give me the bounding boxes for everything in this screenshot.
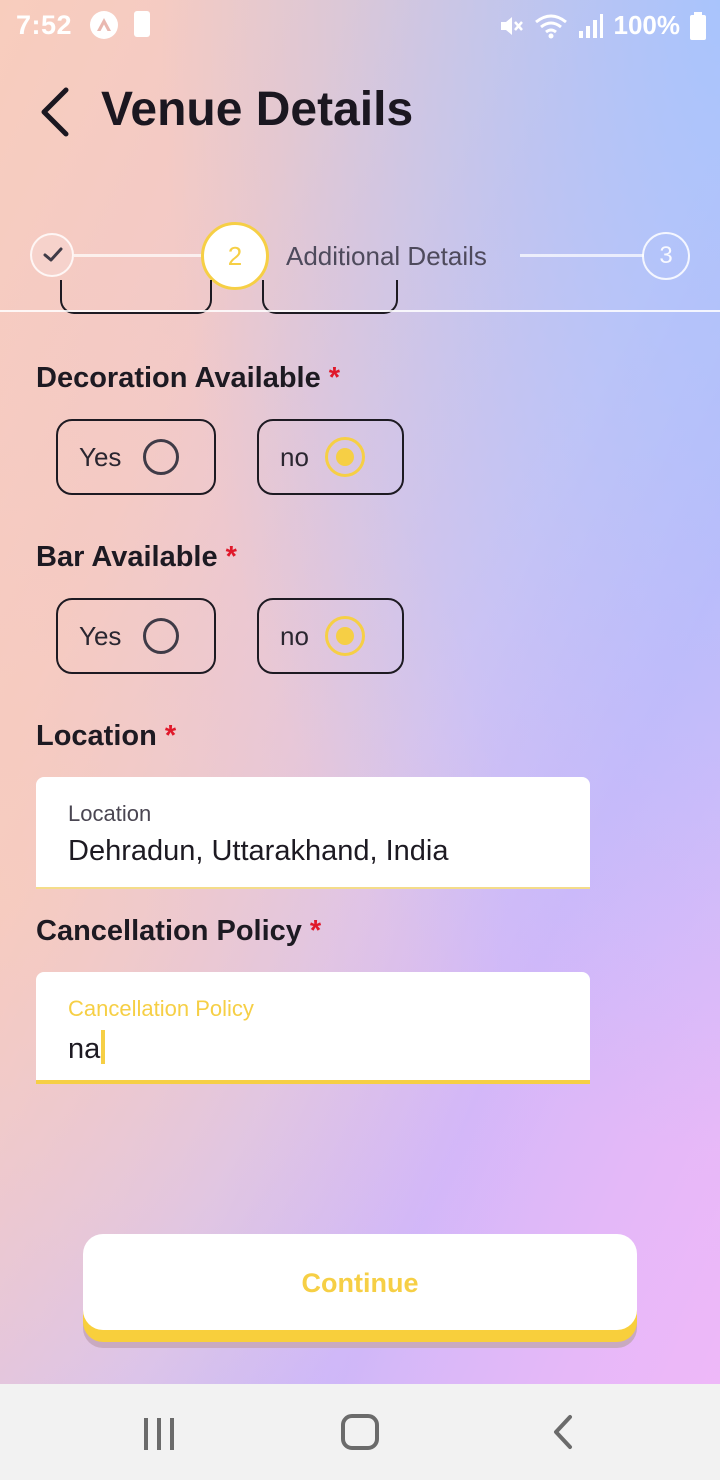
battery-icon xyxy=(690,11,706,40)
required-mark: * xyxy=(328,362,341,394)
status-time: 7:52 xyxy=(16,10,73,40)
system-back-icon[interactable] xyxy=(548,1414,578,1450)
bar-label-text: Bar Available xyxy=(36,541,218,573)
location-input-label: Location xyxy=(68,801,152,826)
continue-button[interactable]: Continue xyxy=(83,1234,637,1330)
cancellation-label: Cancellation Policy * xyxy=(36,915,321,948)
option-label: Yes xyxy=(79,620,122,651)
status-bar: 7:52 100% xyxy=(0,0,720,52)
decoration-yes-option[interactable]: Yes xyxy=(56,419,216,495)
header-divider xyxy=(0,310,720,312)
location-label-text: Location xyxy=(36,720,157,752)
cancellation-input-value-wrap: na xyxy=(68,1030,106,1066)
input-underline xyxy=(36,887,590,889)
step-2-label: Additional Details xyxy=(286,241,487,271)
option-label: no xyxy=(280,441,309,472)
status-icons: 100% xyxy=(498,10,706,41)
cancellation-input-value: na xyxy=(68,1033,101,1065)
decoration-no-option[interactable]: no xyxy=(257,419,404,495)
step-connector xyxy=(520,254,644,257)
decoration-label-text: Decoration Available xyxy=(36,362,321,394)
option-label: no xyxy=(280,620,309,651)
decoration-label: Decoration Available * xyxy=(36,362,340,395)
back-button[interactable] xyxy=(30,84,86,140)
cancellation-label-text: Cancellation Policy xyxy=(36,915,302,947)
wifi-icon xyxy=(534,14,567,38)
radio-selected-icon xyxy=(324,616,365,656)
step-3-upcoming: 3 xyxy=(642,232,690,280)
location-input-value: Dehradun, Uttarakhand, India xyxy=(68,835,449,867)
cancellation-policy-input[interactable]: Cancellation Policy na xyxy=(36,972,590,1084)
recents-icon[interactable] xyxy=(140,1416,180,1452)
cancellation-input-label: Cancellation Policy xyxy=(68,996,254,1021)
step-1-completed xyxy=(30,233,74,277)
radio-selected-icon xyxy=(324,437,365,477)
input-underline xyxy=(36,1080,590,1084)
text-cursor xyxy=(101,1030,106,1064)
radio-unselected-icon xyxy=(143,439,180,475)
home-icon[interactable] xyxy=(341,1414,379,1450)
app-header: Venue Details xyxy=(0,70,720,160)
signal-icon xyxy=(578,13,603,38)
bar-yes-option[interactable]: Yes xyxy=(56,598,216,674)
required-mark: * xyxy=(225,541,237,573)
radio-unselected-icon xyxy=(143,618,180,654)
check-icon xyxy=(43,247,63,262)
battery-notification-icon xyxy=(134,11,150,37)
mute-icon xyxy=(500,16,523,35)
step-connector xyxy=(74,254,202,257)
system-navigation-bar xyxy=(0,1384,720,1480)
page-title: Venue Details xyxy=(101,83,414,136)
battery-percent: 100% xyxy=(613,10,681,40)
required-mark: * xyxy=(164,720,177,752)
option-label: Yes xyxy=(79,441,122,472)
chevron-left-icon xyxy=(41,87,69,137)
bar-no-option[interactable]: no xyxy=(257,598,404,674)
continue-button-wrap: Continue xyxy=(83,1234,637,1350)
scrolled-option-chip[interactable] xyxy=(262,280,398,314)
location-label: Location * xyxy=(36,720,176,753)
scrolled-option-chip[interactable] xyxy=(60,280,212,314)
app-notification-icon xyxy=(90,11,118,39)
bar-label: Bar Available * xyxy=(36,541,237,574)
required-mark: * xyxy=(309,915,322,947)
location-input[interactable]: Location Dehradun, Uttarakhand, India xyxy=(36,777,590,889)
